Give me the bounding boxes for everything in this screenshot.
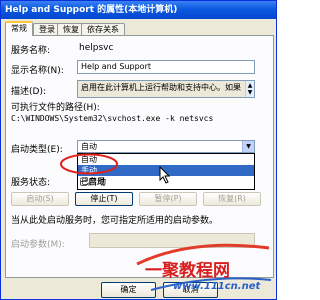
watermark-title: 一聚教程网: [145, 261, 230, 281]
scroll-down-button[interactable]: ▼: [245, 88, 254, 97]
service-status-value: 已启动: [79, 178, 107, 188]
pause-button[interactable]: 暂停(P): [139, 192, 197, 206]
display-name-field[interactable]: Help and Support: [77, 60, 255, 74]
tab-general[interactable]: 常规: [5, 21, 33, 36]
tab-dependencies[interactable]: 依存关系: [81, 23, 125, 35]
watermark-url: www.111cn.net: [173, 281, 261, 292]
exe-path-label: 可执行文件的路径(H):: [11, 103, 100, 113]
description-label: 描述(D):: [11, 87, 46, 97]
stop-button[interactable]: 停止(T): [75, 192, 133, 206]
display-name-label: 显示名称(N):: [11, 66, 64, 76]
service-status-label: 服务状态:: [11, 178, 51, 188]
service-name-value: helpsvc: [79, 43, 114, 53]
properties-window: Help and Support 的属性(本地计算机) 常规 登录 恢复 依存关…: [0, 0, 277, 300]
service-name-label: 服务名称:: [11, 46, 51, 56]
highlight-circle: [60, 153, 118, 175]
resume-button[interactable]: 恢复(R): [203, 192, 261, 206]
description-value: 启用在此计算机上运行帮助和支持中心。如果: [81, 83, 241, 92]
startup-type-value: 自动: [81, 142, 97, 151]
window-title: Help and Support 的属性(本地计算机): [5, 5, 178, 15]
start-params-hint: 当从此处启动服务时，您可指定所适用的启动参数。: [11, 216, 219, 226]
startup-type-select[interactable]: 自动 ▼: [77, 140, 255, 153]
mouse-cursor-icon: [159, 166, 171, 184]
exe-path-value: C:\WINDOWS\System32\svchost.exe -k netsv…: [11, 114, 214, 123]
description-field[interactable]: 启用在此计算机上运行帮助和支持中心。如果 ▲ ▼: [77, 80, 255, 98]
start-button[interactable]: 启动(S): [11, 192, 69, 206]
start-params-label: 启动参数(M):: [11, 240, 65, 250]
chevron-down-icon[interactable]: ▼: [242, 141, 254, 152]
title-bar: Help and Support 的属性(本地计算机): [1, 1, 276, 19]
display-name-value: Help and Support: [81, 62, 151, 71]
startup-type-label: 启动类型(E):: [11, 145, 63, 155]
site-watermark: 一聚教程网 www.111cn.net: [131, 234, 276, 300]
